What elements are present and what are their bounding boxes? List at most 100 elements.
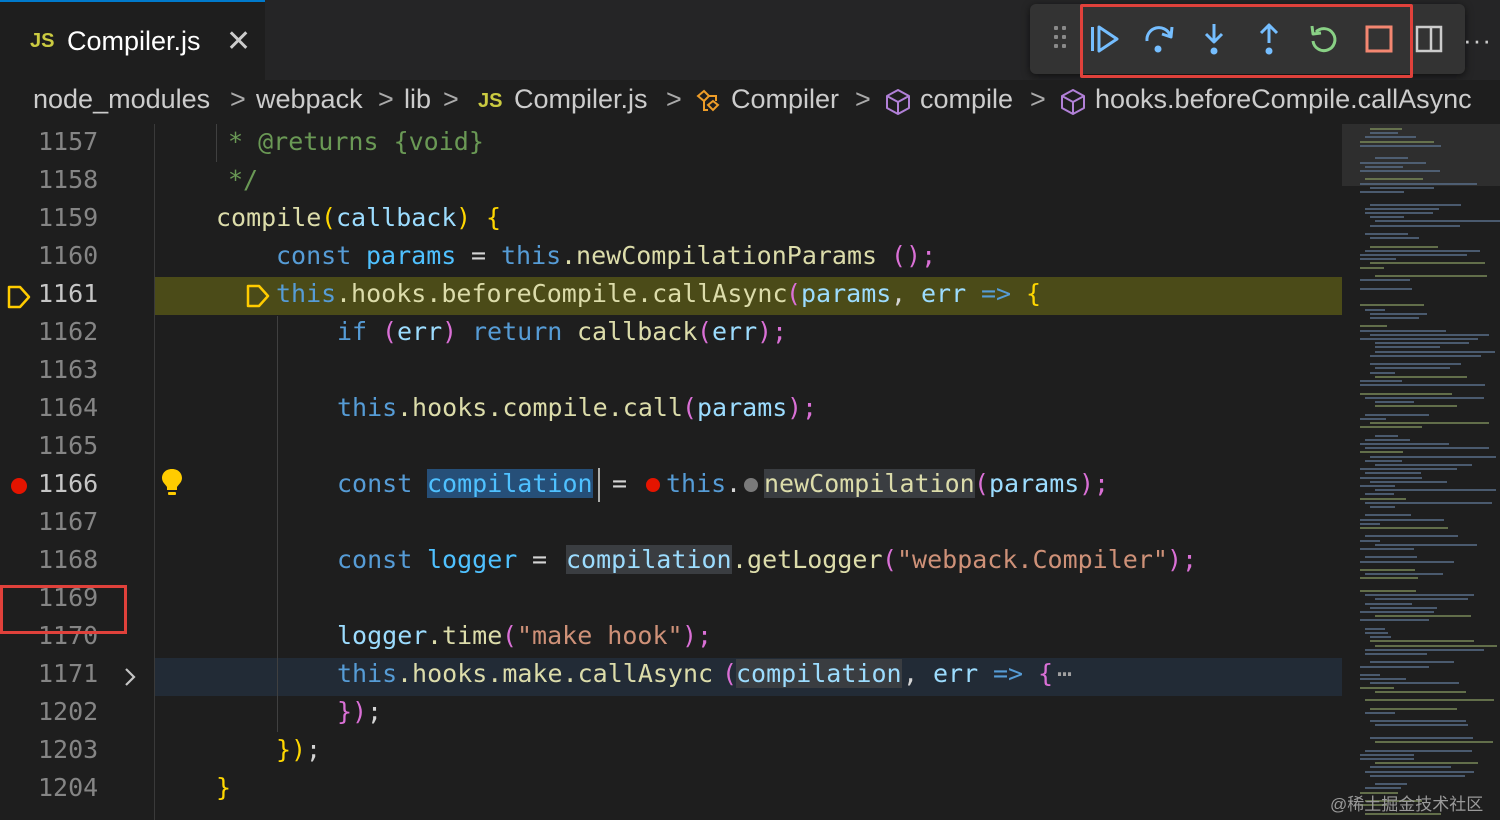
drag-handle-icon[interactable] <box>1054 26 1068 52</box>
token: callback <box>336 203 457 232</box>
minimap-viewport-slider[interactable] <box>1342 124 1500 186</box>
minimap-line <box>1375 405 1457 408</box>
token: = <box>612 469 628 498</box>
minimap-line <box>1360 392 1452 395</box>
minimap-line <box>1365 249 1480 252</box>
minimap-line <box>1360 539 1380 542</box>
folded-ellipsis[interactable]: ⋯ <box>1057 659 1072 688</box>
token: const <box>337 469 413 498</box>
minimap-line <box>1370 333 1489 336</box>
breadcrumb-item-node-modules[interactable]: node_modules <box>33 84 210 115</box>
token: ( <box>502 621 518 650</box>
breakpoint-line-highlight <box>0 585 127 634</box>
tab-label: Compiler.js <box>67 26 201 56</box>
breadcrumb-separator: > <box>378 84 394 114</box>
minimap-line <box>1375 367 1450 370</box>
selected-token[interactable]: compilation <box>427 469 593 498</box>
minimap-line <box>1365 413 1429 416</box>
minimap-line <box>1365 233 1408 235</box>
code-line-1171: this .hooks.make.callAsync ( compilation… <box>155 656 1342 694</box>
inline-execution-arrow-icon <box>246 284 270 308</box>
breadcrumb-item-compile[interactable]: compile <box>920 84 1013 115</box>
line-number-breakpoint: 1166 <box>38 469 99 498</box>
minimap-line <box>1375 762 1478 765</box>
minimap-line <box>1370 606 1437 609</box>
minimap-line <box>1365 770 1474 773</box>
line-number: 1162 <box>38 317 99 346</box>
breadcrumb-item-lib[interactable]: lib <box>404 84 431 115</box>
minimap-line <box>1370 186 1434 189</box>
token: "webpack.Compiler" <box>897 545 1168 574</box>
minimap-line <box>1375 342 1469 345</box>
line-number: 1164 <box>38 393 99 422</box>
minimap-line <box>1360 443 1449 445</box>
close-icon[interactable]: ✕ <box>226 24 251 59</box>
minimap-line <box>1360 170 1440 172</box>
minimap-line <box>1370 422 1489 424</box>
minimap-line <box>1370 766 1451 769</box>
minimap-line <box>1370 506 1395 508</box>
breadcrumb: node_modules > webpack > lib > JS Compil… <box>0 80 1500 124</box>
breadcrumb-item-before-compile[interactable]: hooks.beforeCompile.callAsync <box>1095 84 1472 115</box>
token: ) <box>456 203 472 232</box>
minimap-line <box>1370 245 1438 248</box>
minimap-line <box>1375 783 1407 786</box>
breadcrumb-item-webpack[interactable]: webpack <box>256 84 363 115</box>
token: compile <box>216 203 322 232</box>
minimap-line <box>1365 438 1410 441</box>
code-line-1164: this .hooks.compile.call ( params ); <box>155 390 1342 428</box>
minimap-line <box>1365 535 1458 538</box>
minimap-line <box>1360 287 1412 290</box>
minimap-line <box>1365 749 1472 752</box>
split-editor-button[interactable] <box>1411 21 1447 57</box>
class-icon <box>696 89 720 112</box>
minimap-line <box>1360 497 1406 500</box>
token: .hooks.beforeCompile.callAsync <box>336 279 788 308</box>
breadcrumb-separator: > <box>855 84 871 114</box>
tab-compiler-js[interactable]: JS Compiler.js ✕ <box>0 0 265 80</box>
inline-breakpoint-hint-icon[interactable] <box>743 477 759 493</box>
breakpoint-icon[interactable] <box>10 477 28 495</box>
token: ( <box>697 317 713 346</box>
token: ); <box>1079 469 1110 498</box>
minimap-line <box>1360 191 1404 193</box>
minimap-line <box>1360 569 1415 571</box>
token: params <box>801 279 892 308</box>
minimap-line <box>1365 493 1394 496</box>
minimap[interactable] <box>1342 124 1500 820</box>
breadcrumb-separator: > <box>230 84 246 114</box>
chevron-right-icon[interactable] <box>118 665 142 689</box>
minimap-line <box>1375 346 1440 349</box>
token: err <box>397 317 443 346</box>
minimap-line <box>1370 363 1461 366</box>
minimap-line <box>1360 577 1418 580</box>
minimap-line <box>1370 237 1419 240</box>
token: ( <box>974 469 990 498</box>
token: compilation <box>736 659 902 688</box>
minimap-line <box>1360 254 1467 256</box>
token: err <box>712 317 758 346</box>
line-number: 1204 <box>38 773 99 802</box>
token: ( <box>321 203 337 232</box>
more-actions-icon[interactable]: ··· <box>1463 25 1492 56</box>
minimap-line <box>1365 627 1385 630</box>
minimap-line <box>1375 275 1487 277</box>
token: { <box>1038 659 1054 688</box>
minimap-line <box>1365 212 1433 214</box>
inline-breakpoint-icon[interactable] <box>645 477 661 493</box>
minimap-line <box>1360 380 1402 382</box>
minimap-line <box>1370 132 1398 135</box>
breadcrumb-item-compiler-js[interactable]: Compiler.js <box>514 84 648 115</box>
code-editor[interactable]: 1157 1158 1159 1160 1161 1162 1163 1164 … <box>0 124 1342 820</box>
line-number: 1171 <box>38 659 99 688</box>
line-number: 1202 <box>38 697 99 726</box>
breadcrumb-item-compiler[interactable]: Compiler <box>731 84 839 115</box>
code-line-1161: this .hooks.beforeCompile.callAsync ( pa… <box>155 276 1342 314</box>
minimap-line <box>1360 468 1457 471</box>
minimap-line <box>1360 686 1394 689</box>
minimap-line <box>1365 472 1421 475</box>
minimap-line <box>1365 648 1484 651</box>
minimap-line <box>1360 304 1424 307</box>
minimap-line <box>1375 644 1497 647</box>
token: => <box>993 659 1024 688</box>
